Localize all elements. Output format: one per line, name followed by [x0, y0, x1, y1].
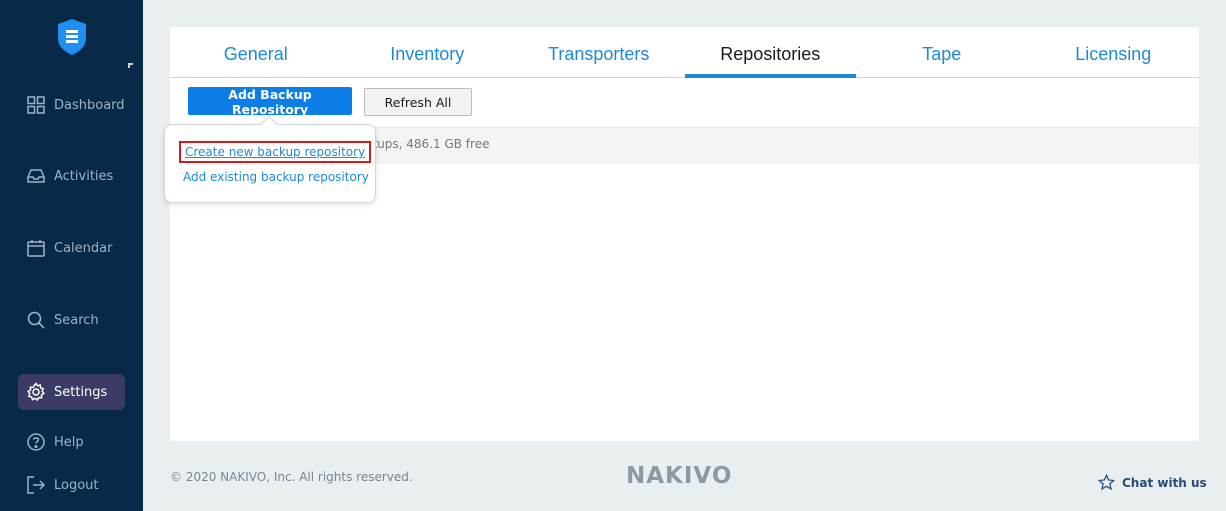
chat-with-us-link[interactable]: Chat with us	[1098, 474, 1207, 491]
search-icon	[27, 311, 45, 329]
sidebar-item-label: Settings	[54, 384, 108, 400]
tab-repositories[interactable]: Repositories	[684, 27, 857, 78]
sidebar-item-logout[interactable]: Logout	[18, 467, 125, 503]
sidebar-item-label: Calendar	[54, 240, 113, 256]
refresh-all-button[interactable]: Refresh All	[364, 88, 472, 116]
sidebar-item-search[interactable]: Search	[18, 302, 125, 338]
copyright-text: © 2020 NAKIVO, Inc. All rights reserved.	[170, 470, 413, 484]
star-icon	[1098, 474, 1115, 491]
calendar-icon	[27, 240, 45, 257]
sidebar-item-calendar[interactable]: Calendar	[18, 230, 125, 266]
tab-transporters[interactable]: Transporters	[513, 27, 685, 77]
sidebar-item-settings[interactable]: Settings	[18, 374, 125, 410]
sidebar-item-label: Logout	[54, 477, 99, 493]
inbox-icon	[27, 169, 45, 183]
help-icon	[27, 433, 45, 451]
sidebar: Dashboard Activities Calendar Search Set…	[0, 0, 143, 511]
grid-icon	[27, 96, 45, 114]
add-repository-dropdown: Create new backup repository Add existin…	[164, 115, 376, 203]
add-existing-repository-link[interactable]: Add existing backup repository	[183, 170, 369, 184]
repository-info: ckups, 486.1 GB free	[364, 137, 490, 151]
sidebar-item-label: Help	[54, 434, 84, 450]
nakivo-logo: NAKIVO	[626, 463, 733, 489]
sidebar-item-label: Dashboard	[54, 97, 125, 113]
settings-tabs: General Inventory Transporters Repositor…	[170, 27, 1199, 78]
sidebar-item-label: Activities	[54, 168, 114, 184]
tab-inventory[interactable]: Inventory	[342, 27, 514, 77]
sidebar-item-label: Search	[54, 312, 99, 328]
shield-logo-icon[interactable]	[56, 18, 88, 56]
create-new-repository-link[interactable]: Create new backup repository	[179, 141, 372, 163]
sidebar-item-dashboard[interactable]: Dashboard	[18, 87, 125, 123]
gear-icon	[26, 382, 46, 402]
tab-licensing[interactable]: Licensing	[1028, 27, 1200, 77]
logout-icon	[27, 476, 46, 494]
sidebar-item-activities[interactable]: Activities	[18, 158, 125, 194]
chat-label: Chat with us	[1122, 475, 1207, 490]
sidebar-item-help[interactable]: Help	[18, 424, 125, 460]
collapse-sidebar-icon[interactable]	[128, 63, 133, 68]
tab-general[interactable]: General	[170, 27, 342, 77]
settings-panel: General Inventory Transporters Repositor…	[170, 27, 1199, 441]
add-backup-repository-button[interactable]: Add Backup Repository	[188, 87, 352, 117]
tab-tape[interactable]: Tape	[856, 27, 1028, 77]
